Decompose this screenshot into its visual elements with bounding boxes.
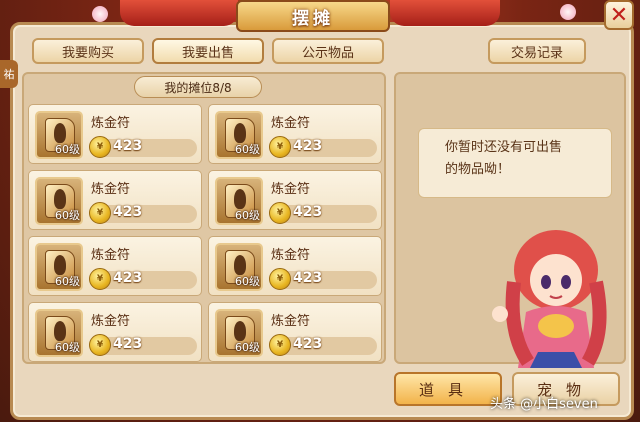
item-price: 423 [113, 138, 143, 154]
talisman-glyph [234, 189, 246, 209]
stall-slot[interactable]: 60级 炼金符 ¥423 [28, 302, 202, 362]
alchemy-talisman-icon: 60级 [215, 177, 263, 225]
stall-capacity-label: 我的摊位8/8 [134, 76, 262, 98]
item-level-label: 60级 [55, 209, 80, 222]
empty-inventory-message: 你暂时还没有可出售 的物品呦！ [418, 128, 612, 198]
item-price: 423 [293, 270, 323, 286]
message-line: 的物品呦！ [445, 162, 511, 177]
right-ribbon-decoration [390, 0, 500, 26]
item-level-label: 60级 [235, 341, 260, 354]
message-line: 你暂时还没有可出售 [445, 140, 563, 155]
alchemy-talisman-icon: 60级 [35, 111, 83, 159]
item-level-label: 60级 [55, 275, 80, 288]
item-name: 炼金符 [91, 182, 131, 197]
item-price: 423 [113, 270, 143, 286]
item-name: 炼金符 [271, 182, 311, 197]
watermark: 头条 @小白seven [490, 397, 598, 412]
tab-public-items[interactable]: 公示物品 [272, 38, 384, 64]
alchemy-talisman-icon: 60级 [215, 243, 263, 291]
alchemy-talisman-icon: 60级 [35, 177, 83, 225]
talisman-glyph [54, 321, 66, 341]
tab-sell[interactable]: 我要出售 [152, 38, 264, 64]
npc-girl-illustration [492, 230, 607, 368]
flower-decoration [92, 6, 108, 22]
talisman-glyph [54, 189, 66, 209]
stall-slot[interactable]: 60级 炼金符 ¥423 [208, 104, 382, 164]
item-name: 炼金符 [91, 314, 131, 329]
item-name: 炼金符 [271, 248, 311, 263]
alchemy-talisman-icon: 60级 [35, 309, 83, 357]
item-level-label: 60级 [55, 341, 80, 354]
alchemy-talisman-icon: 60级 [35, 243, 83, 291]
game-screen: 摆摊 ✕ 祐 我要购买 我要出售 公示物品 交易记录 我的摊位8/8 60级 炼金… [0, 0, 640, 422]
alchemy-talisman-icon: 60级 [215, 111, 263, 159]
item-level-label: 60级 [235, 275, 260, 288]
item-name: 炼金符 [91, 116, 131, 131]
alchemy-talisman-icon: 60级 [215, 309, 263, 357]
item-price: 423 [293, 138, 323, 154]
tab-buy[interactable]: 我要购买 [32, 38, 144, 64]
left-ribbon-decoration [120, 0, 238, 26]
stall-slot[interactable]: 60级 炼金符 ¥423 [208, 170, 382, 230]
stall-slot[interactable]: 60级 炼金符 ¥423 [208, 302, 382, 362]
trade-record-button[interactable]: 交易记录 [488, 38, 586, 64]
talisman-glyph [234, 255, 246, 275]
item-name: 炼金符 [271, 314, 311, 329]
close-button[interactable]: ✕ [604, 0, 634, 30]
item-price: 423 [113, 336, 143, 352]
item-price: 423 [293, 336, 323, 352]
item-price: 423 [113, 204, 143, 220]
flower-decoration [560, 4, 576, 20]
item-price: 423 [293, 204, 323, 220]
gold-coin-icon: ¥ [89, 334, 111, 356]
gold-coin-icon: ¥ [89, 268, 111, 290]
gold-coin-icon: ¥ [269, 268, 291, 290]
stall-slot[interactable]: 60级 炼金符 ¥423 [28, 236, 202, 296]
item-name: 炼金符 [271, 116, 311, 131]
stall-slot[interactable]: 60级 炼金符 ¥423 [208, 236, 382, 296]
gold-coin-icon: ¥ [89, 136, 111, 158]
item-name: 炼金符 [91, 248, 131, 263]
item-level-label: 60级 [55, 143, 80, 156]
talisman-glyph [234, 123, 246, 143]
gold-coin-icon: ¥ [269, 334, 291, 356]
talisman-glyph [54, 255, 66, 275]
window-title: 摆摊 [236, 0, 390, 32]
gold-coin-icon: ¥ [89, 202, 111, 224]
stall-slot[interactable]: 60级 炼金符 ¥423 [28, 170, 202, 230]
side-tab-tag[interactable]: 祐 [0, 60, 18, 88]
talisman-glyph [54, 123, 66, 143]
stall-slot[interactable]: 60级 炼金符 ¥423 [28, 104, 202, 164]
item-level-label: 60级 [235, 209, 260, 222]
tab-items[interactable]: 道具 [394, 372, 502, 406]
talisman-glyph [234, 321, 246, 341]
gold-coin-icon: ¥ [269, 136, 291, 158]
gold-coin-icon: ¥ [269, 202, 291, 224]
item-level-label: 60级 [235, 143, 260, 156]
